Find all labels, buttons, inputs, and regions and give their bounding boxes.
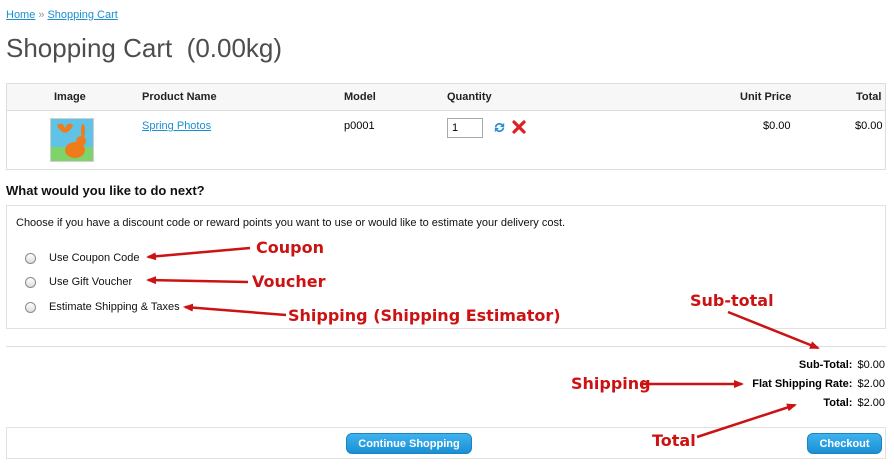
breadcrumb: Home» Shopping Cart <box>6 9 118 21</box>
quantity-input[interactable] <box>447 118 483 138</box>
annotation-coupon: Coupon <box>256 238 324 257</box>
remove-icon[interactable] <box>512 120 526 139</box>
unit-price-value: $0.00 <box>763 120 791 132</box>
grand-total-row: Total: $2.00 <box>752 396 885 415</box>
divider <box>6 346 886 347</box>
cart-table-header: Image Product Name Model Quantity Unit P… <box>7 84 885 111</box>
voucher-radio[interactable] <box>25 276 36 288</box>
header-image: Image <box>54 91 86 103</box>
button-bar: Continue Shopping Checkout <box>6 427 886 459</box>
annotation-shipping: Shipping <box>571 374 651 393</box>
subtotal-value: $0.00 <box>857 359 885 371</box>
totals-table: Sub-Total: $0.00 Flat Shipping Rate: $2.00… <box>752 358 885 415</box>
next-description: Choose if you have a discount code or re… <box>16 217 566 229</box>
subtotal-label: Sub-Total: <box>798 359 853 371</box>
page-title: Shopping Cart (0.00kg) <box>6 33 283 63</box>
header-unit-price: Unit Price <box>740 91 792 103</box>
option-coupon[interactable]: Use Coupon Code <box>25 252 140 264</box>
breadcrumb-shopping-cart-link[interactable]: Shopping Cart <box>47 9 117 21</box>
annotation-voucher: Voucher <box>252 272 326 291</box>
refresh-icon-svg <box>494 122 505 133</box>
continue-shopping-button[interactable]: Continue Shopping <box>346 433 472 454</box>
total-value: $0.00 <box>855 120 883 132</box>
refresh-icon[interactable] <box>492 120 507 140</box>
checkout-button[interactable]: Checkout <box>807 433 882 454</box>
annotation-shipping-estimator: Shipping (Shipping Estimator) <box>288 306 561 325</box>
option-shipping[interactable]: Estimate Shipping & Taxes <box>25 301 180 313</box>
product-thumbnail[interactable] <box>50 118 94 162</box>
product-name-link[interactable]: Spring Photos <box>142 120 211 132</box>
remove-icon-svg <box>512 120 526 134</box>
bunny-butterfly-image <box>51 119 93 161</box>
coupon-radio[interactable] <box>25 252 36 264</box>
subtotal-row: Sub-Total: $0.00 <box>752 358 885 377</box>
shipping-rate-label: Flat Shipping Rate: <box>752 378 853 390</box>
header-product-name: Product Name <box>142 91 217 103</box>
shipping-label: Estimate Shipping & Taxes <box>49 301 180 313</box>
header-quantity: Quantity <box>447 91 492 103</box>
breadcrumb-home-link[interactable]: Home <box>6 9 35 21</box>
cart-table: Image Product Name Model Quantity Unit P… <box>6 83 886 170</box>
grand-total-label: Total: <box>823 397 853 409</box>
shipping-radio[interactable] <box>25 301 36 313</box>
header-model: Model <box>344 91 376 103</box>
option-voucher[interactable]: Use Gift Voucher <box>25 276 132 288</box>
breadcrumb-separator: » <box>38 9 45 21</box>
grand-total-value: $2.00 <box>857 397 885 409</box>
annotation-total: Total <box>652 431 696 450</box>
coupon-label: Use Coupon Code <box>49 252 140 264</box>
product-model: p0001 <box>344 120 375 132</box>
shipping-row: Flat Shipping Rate: $2.00 <box>752 377 885 396</box>
header-total: Total <box>856 91 882 103</box>
annotation-subtotal: Sub-total <box>690 291 774 310</box>
shipping-rate-value: $2.00 <box>857 378 885 390</box>
next-heading: What would you like to do next? <box>6 183 205 198</box>
voucher-label: Use Gift Voucher <box>49 276 133 288</box>
